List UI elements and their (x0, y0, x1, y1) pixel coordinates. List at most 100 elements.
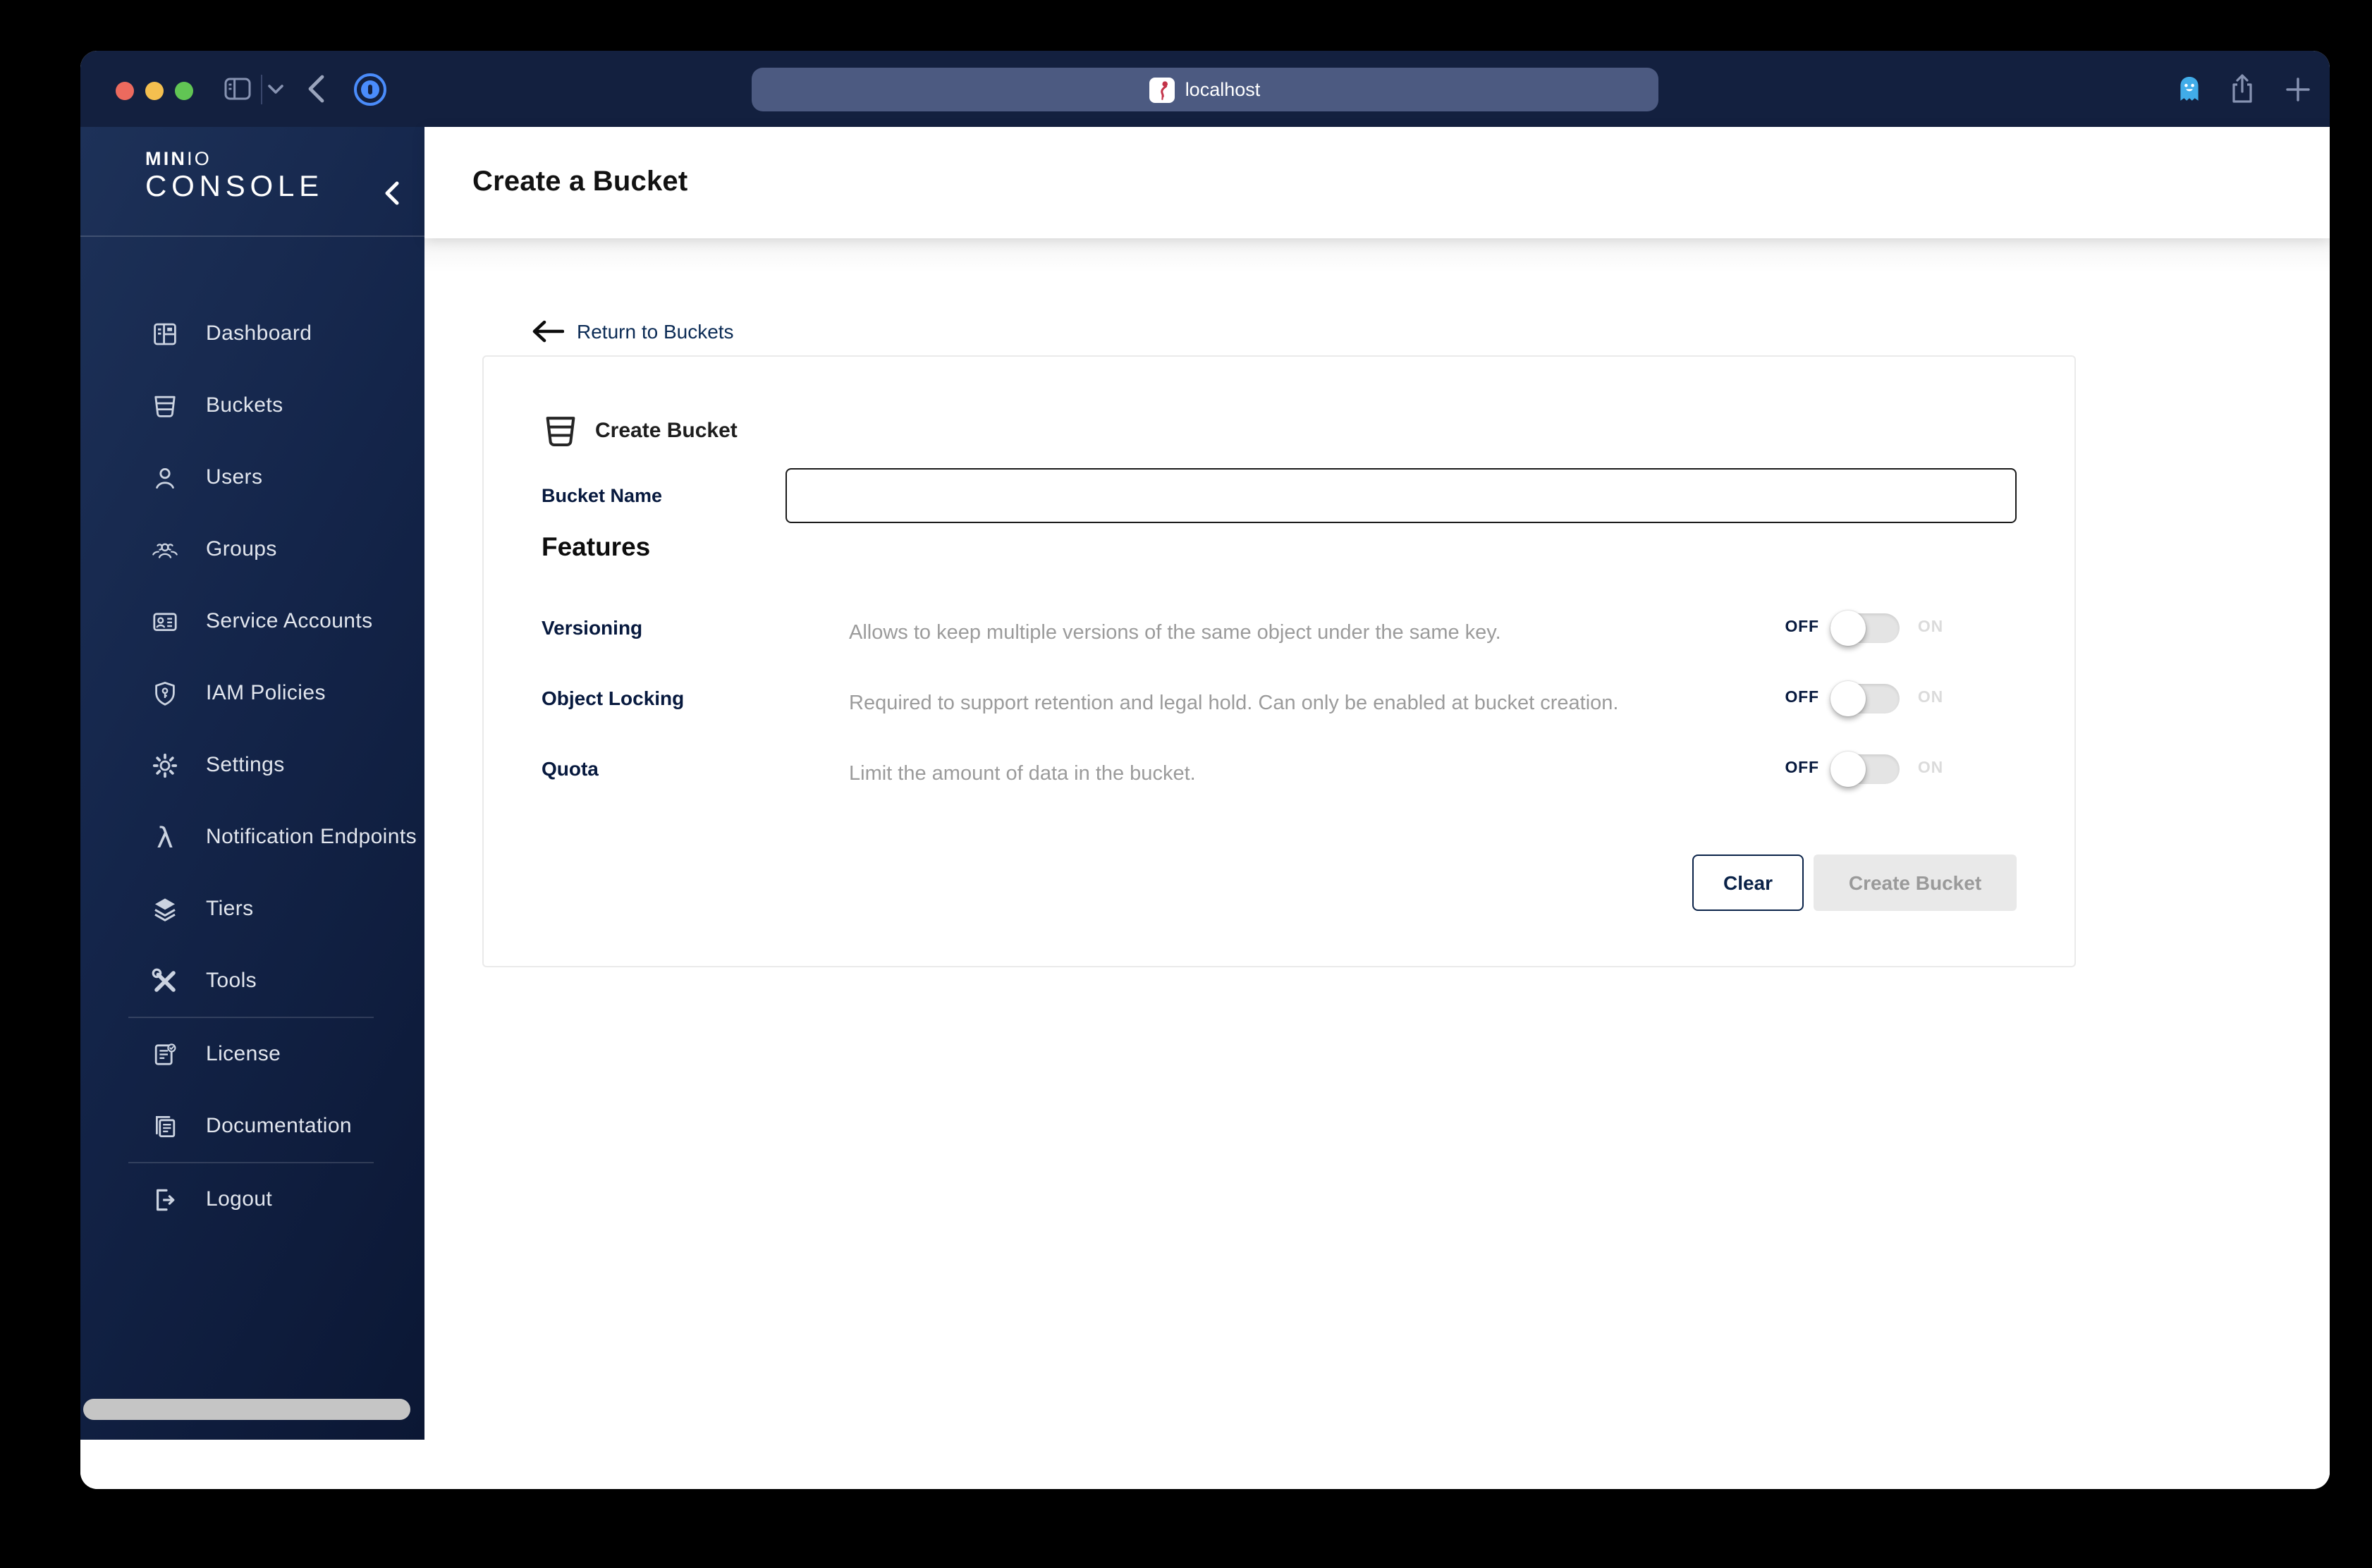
return-to-buckets-link[interactable]: Return to Buckets (530, 320, 734, 343)
sidebar-item-tiers[interactable]: Tiers (80, 873, 424, 945)
sidebar-item-label: Logout (206, 1187, 273, 1211)
versioning-description: Allows to keep multiple versions of the … (849, 622, 1501, 644)
horizontal-scrollbar-thumb[interactable] (83, 1399, 410, 1420)
sidebar-column: MINIO CONSOLE Dashboard Buckets Users Gr… (80, 127, 424, 1489)
logo-block: MINIO CONSOLE (80, 127, 424, 237)
versioning-label: Versioning (542, 616, 643, 639)
sidebar-item-label: Buckets (206, 393, 283, 417)
toggle-off-label: OFF (1785, 690, 1819, 706)
license-icon (151, 1040, 179, 1068)
zoom-window-button[interactable] (175, 82, 193, 100)
sidebar-item-label: IAM Policies (206, 681, 326, 705)
sidebar-item-documentation[interactable]: Documentation (80, 1090, 424, 1162)
sidebar-item-label: Dashboard (206, 321, 312, 345)
lambda-icon: λ (157, 820, 173, 854)
object-locking-toggle[interactable]: OFF ON (1785, 680, 2017, 716)
toggle-knob[interactable] (1830, 610, 1866, 645)
new-tab-icon[interactable] (2283, 51, 2311, 127)
bucket-name-input[interactable] (785, 468, 2017, 523)
sidebar-item-label: Settings (206, 753, 285, 777)
sidebar-item-label: License (206, 1042, 281, 1066)
tools-icon (151, 967, 179, 995)
versioning-toggle[interactable]: OFF ON (1785, 610, 2017, 645)
sidebar-item-label: Groups (206, 537, 277, 561)
minimize-window-button[interactable] (145, 82, 164, 100)
feature-row-versioning: Versioning Allows to keep multiple versi… (542, 592, 2017, 663)
back-arrow-icon (530, 320, 564, 343)
return-link-label: Return to Buckets (577, 320, 734, 343)
shield-key-icon (151, 679, 179, 707)
sidebar-item-license[interactable]: License (80, 1018, 424, 1090)
toggle-knob[interactable] (1830, 680, 1866, 716)
browser-titlebar: localhost (80, 51, 2330, 127)
toggle-off-label: OFF (1785, 619, 1819, 636)
bucket-icon (542, 411, 580, 449)
sidebar-item-label: Users (206, 465, 263, 489)
main-area: Create a Bucket Return to Buckets Create… (424, 127, 2330, 1489)
minio-console-logo: MINIO CONSOLE (145, 148, 324, 203)
browser-window: localhost MINIO CONSOLE Dashboard Bucket… (80, 51, 2330, 1489)
toggle-switch[interactable] (1830, 680, 1900, 716)
sidebar-item-users[interactable]: Users (80, 441, 424, 513)
feature-row-quota: Quota Limit the amount of data in the bu… (542, 733, 2017, 804)
page-header: Create a Bucket (424, 127, 2330, 238)
object-locking-label: Object Locking (542, 687, 685, 709)
page-title: Create a Bucket (472, 166, 688, 197)
feature-row-object-locking: Object Locking Required to support reten… (542, 663, 2017, 733)
toggle-switch[interactable] (1830, 610, 1900, 645)
sidebar-item-label: Service Accounts (206, 609, 373, 633)
sidebar-item-label: Notification Endpoints (206, 825, 417, 849)
close-window-button[interactable] (116, 82, 134, 100)
sidebar-item-label: Tiers (206, 897, 254, 921)
toolbar-divider (261, 75, 262, 104)
chevron-down-icon[interactable] (265, 51, 285, 127)
sidebar-item-service-accounts[interactable]: Service Accounts (80, 585, 424, 657)
logout-icon (151, 1185, 179, 1213)
bucket-name-label: Bucket Name (542, 485, 663, 506)
quota-label: Quota (542, 757, 599, 780)
quota-toggle[interactable]: OFF ON (1785, 751, 2017, 786)
site-favicon (1149, 77, 1175, 102)
documentation-icon (151, 1112, 179, 1140)
sidebar-item-label: Tools (206, 969, 257, 993)
sidebar-nav: Dashboard Buckets Users Groups Service A… (80, 237, 424, 1235)
sidebar-item-tools[interactable]: Tools (80, 945, 424, 1017)
user-icon (151, 463, 179, 491)
screen: localhost MINIO CONSOLE Dashboard Bucket… (0, 0, 2372, 1568)
share-icon[interactable] (2228, 51, 2256, 127)
layers-icon (151, 895, 179, 923)
create-bucket-button[interactable]: Create Bucket (1814, 855, 2017, 911)
sidebar: MINIO CONSOLE Dashboard Buckets Users Gr… (80, 127, 424, 1440)
sidebar-item-settings[interactable]: Settings (80, 729, 424, 801)
url-text: localhost (1185, 79, 1261, 100)
sidebar-item-label: Documentation (206, 1114, 352, 1138)
create-bucket-card: Create Bucket Bucket Name Features Versi… (482, 355, 2076, 967)
dashboard-icon (151, 319, 179, 348)
sidebar-item-groups[interactable]: Groups (80, 513, 424, 585)
bucket-icon (151, 391, 179, 419)
id-card-icon (151, 607, 179, 635)
collapse-sidebar-icon[interactable] (382, 180, 402, 206)
toggle-off-label: OFF (1785, 760, 1819, 777)
ghostery-extension-icon[interactable] (2175, 51, 2203, 127)
back-button[interactable] (303, 51, 329, 127)
sidebar-item-logout[interactable]: Logout (80, 1163, 424, 1235)
clear-button[interactable]: Clear (1692, 855, 1804, 911)
toggle-knob[interactable] (1830, 751, 1866, 786)
quota-description: Limit the amount of data in the bucket. (849, 763, 1196, 785)
sidebar-item-buckets[interactable]: Buckets (80, 369, 424, 441)
sidebar-item-notification-endpoints[interactable]: λ Notification Endpoints (80, 801, 424, 873)
object-locking-description: Required to support retention and legal … (849, 692, 1619, 715)
sidebar-item-iam-policies[interactable]: IAM Policies (80, 657, 424, 729)
sidebar-toggle-icon[interactable] (221, 51, 252, 127)
onepassword-extension-icon[interactable] (354, 73, 386, 106)
features-heading: Features (542, 532, 651, 561)
address-bar[interactable]: localhost (752, 68, 1658, 111)
page-content: Return to Buckets Create Bucket Bucket N… (424, 238, 2330, 1489)
card-title: Create Bucket (595, 418, 738, 442)
groups-icon (151, 535, 179, 563)
toggle-switch[interactable] (1830, 751, 1900, 786)
sidebar-item-dashboard[interactable]: Dashboard (80, 298, 424, 369)
gear-icon (151, 751, 179, 779)
toggle-on-label: ON (1917, 690, 1943, 706)
